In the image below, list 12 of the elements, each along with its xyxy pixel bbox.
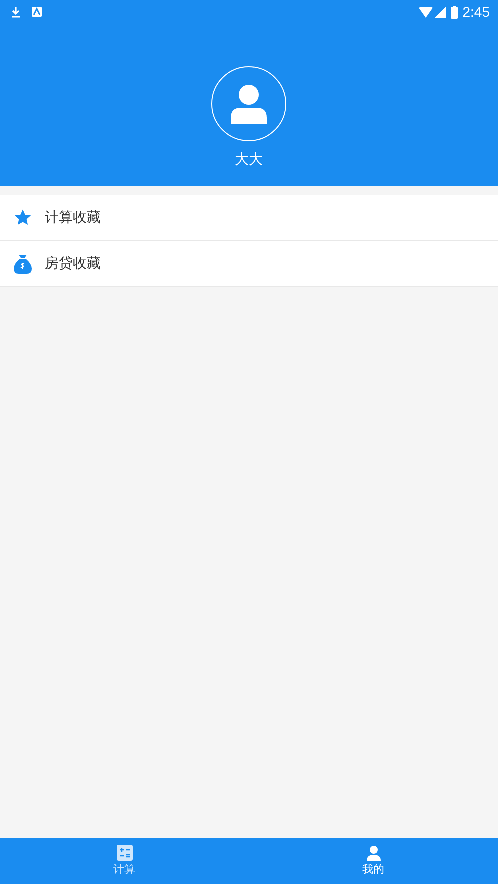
signal-icon bbox=[434, 6, 446, 18]
wifi-icon bbox=[418, 6, 433, 18]
image-icon bbox=[32, 7, 42, 17]
calculator-icon bbox=[116, 845, 132, 861]
money-bag-icon bbox=[14, 254, 32, 274]
star-icon bbox=[14, 208, 32, 226]
user-name: 大大 bbox=[235, 150, 263, 169]
battery-icon bbox=[450, 6, 458, 18]
person-icon bbox=[366, 845, 382, 861]
status-time: 2:45 bbox=[462, 2, 490, 22]
download-icon bbox=[10, 6, 22, 18]
avatar-icon[interactable] bbox=[211, 66, 287, 142]
